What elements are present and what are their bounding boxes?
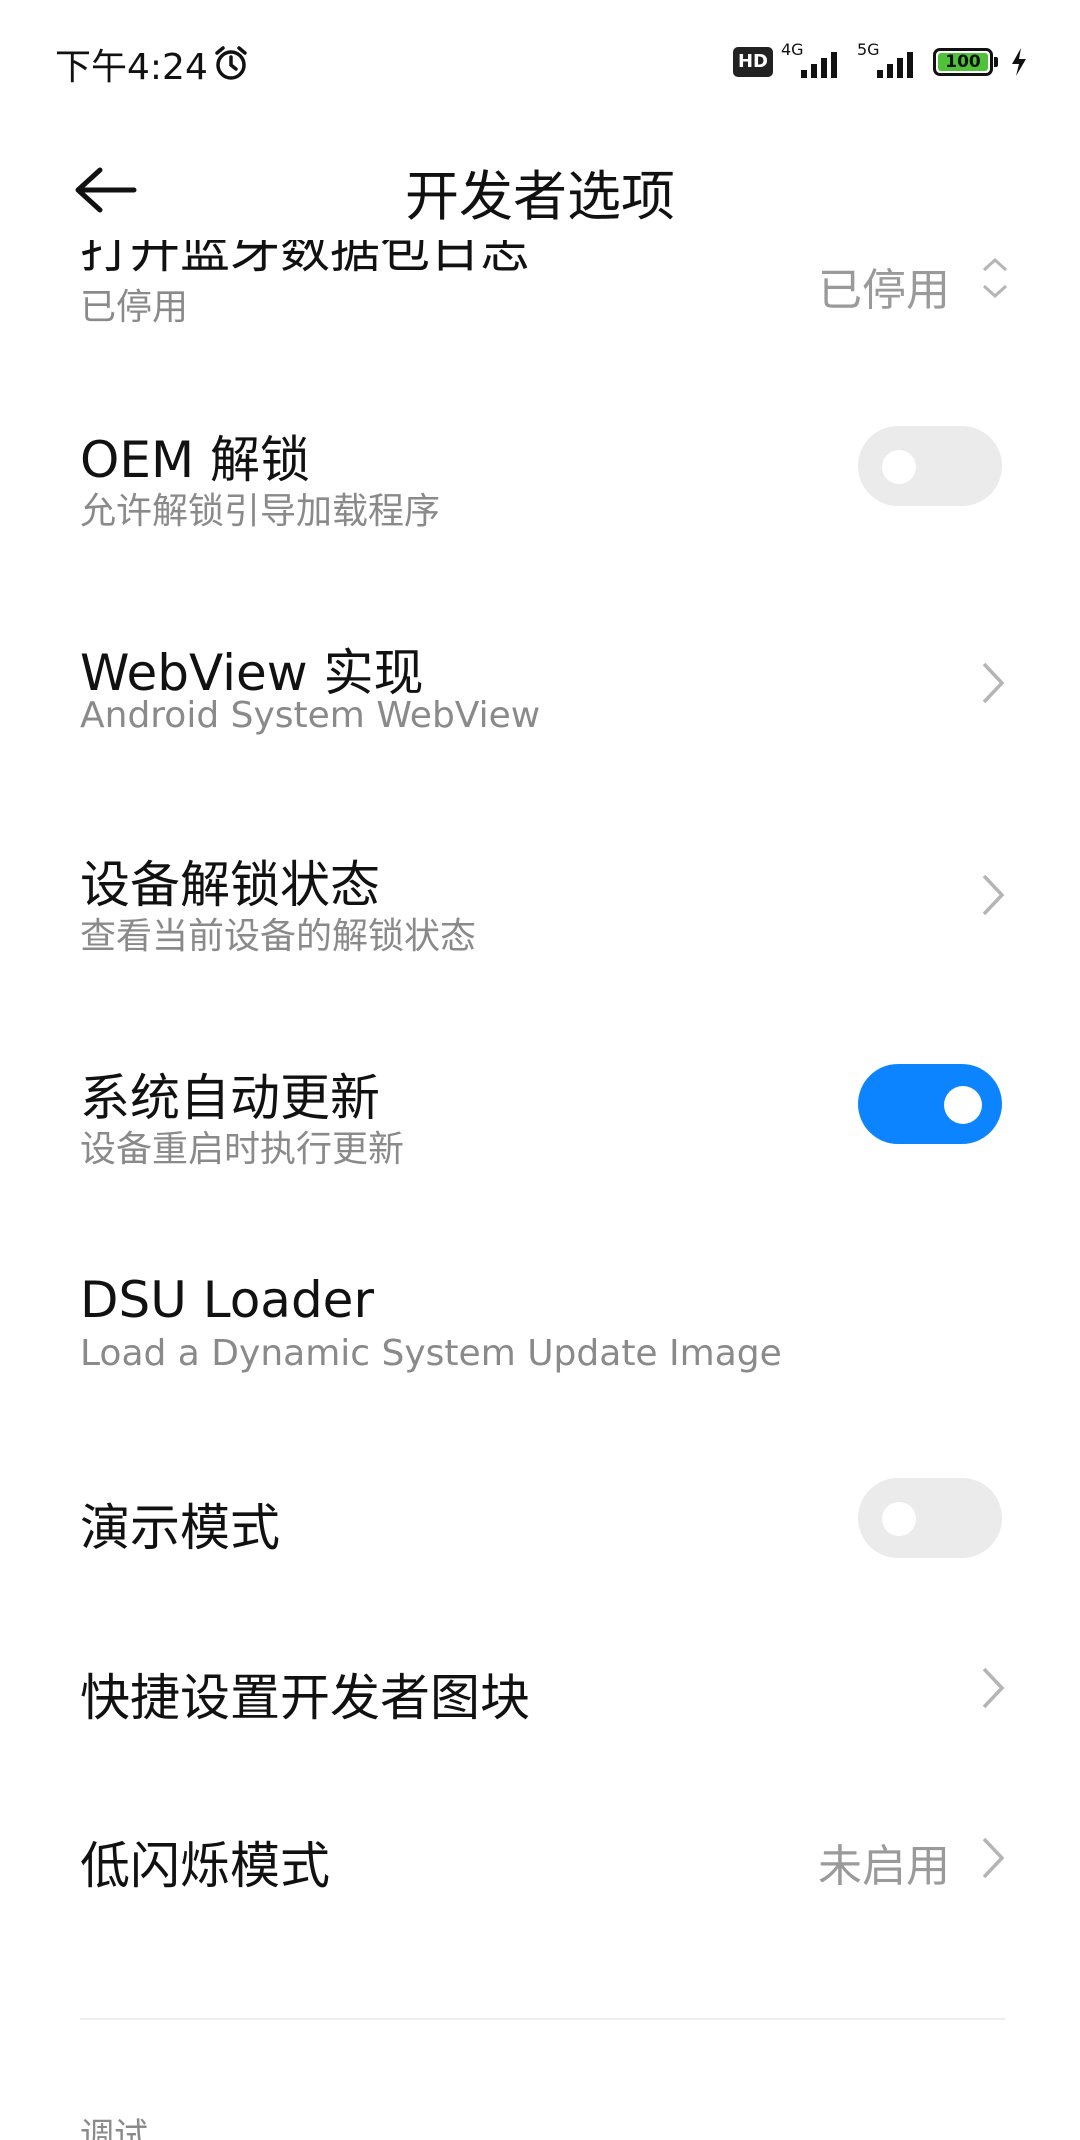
section-title-debug: 调试 [80,2116,148,2140]
setting-value: 已停用 [818,265,950,310]
setting-title: 快捷设置开发者图块 [80,1669,530,1727]
charging-icon [1012,48,1026,76]
auto-update-toggle[interactable] [858,1064,1002,1144]
setting-title: DSU Loader [80,1271,374,1329]
setting-subtitle: Android System WebView [80,695,541,736]
setting-subtitle: Load a Dynamic System Update Image [80,1333,782,1374]
setting-row-unlock-status[interactable]: 设备解锁状态 查看当前设备的解锁状态 [0,845,1080,1025]
setting-title: 低闪烁模式 [80,1837,330,1895]
status-bar: 下午4:24 HD 4G 5G 100 [0,0,1080,130]
setting-title: 演示模式 [80,1499,280,1557]
setting-value: 未启用 [818,1841,950,1892]
setting-row-quick-tiles[interactable]: 快捷设置开发者图块 [0,1658,1080,1798]
oem-unlock-toggle[interactable] [858,426,1002,506]
signal-5g-icon: 5G [857,40,925,82]
chevron-right-icon [982,662,1005,704]
setting-row-low-flicker[interactable]: 低闪烁模式 未启用 [0,1826,1080,1966]
dropdown-arrows-icon [982,257,1008,299]
page-title: 开发者选项 [405,165,675,228]
status-time: 下午4:24 [55,47,208,88]
alarm-icon [215,46,247,80]
setting-row-auto-update[interactable]: 系统自动更新 设备重启时执行更新 [0,1058,1080,1238]
setting-row-demo-mode[interactable]: 演示模式 [0,1478,1080,1628]
setting-subtitle: 查看当前设备的解锁状态 [80,916,477,957]
battery-icon: 100 [933,48,998,76]
setting-subtitle: 允许解锁引导加载程序 [80,491,441,532]
setting-row-webview[interactable]: WebView 实现 Android System WebView [0,633,1080,813]
status-icons: HD 4G 5G 100 [732,40,1028,82]
signal-4g-icon: 4G [781,40,849,82]
setting-row-dsu-loader[interactable]: DSU Loader Load a Dynamic System Update … [0,1271,1080,1451]
setting-title: 打开蓝牙数据包日志 [80,240,530,279]
chevron-right-icon [982,1837,1005,1879]
setting-row-oem-unlock[interactable]: OEM 解锁 允许解锁引导加载程序 [0,420,1080,600]
hd-voice-icon: HD [732,47,773,77]
setting-subtitle: 已停用 [80,287,189,328]
chevron-right-icon [982,874,1005,916]
chevron-right-icon [982,1667,1005,1709]
demo-mode-toggle[interactable] [858,1478,1002,1558]
battery-level: 100 [938,53,988,71]
settings-list[interactable]: 打开蓝牙数据包日志 已停用 已停用 OEM 解锁 允许解锁引导加载程序 WebV… [0,240,1080,2140]
setting-subtitle: 设备重启时执行更新 [80,1129,405,1170]
section-divider [80,2018,1005,2020]
app-header: 开发者选项 [0,130,1080,240]
